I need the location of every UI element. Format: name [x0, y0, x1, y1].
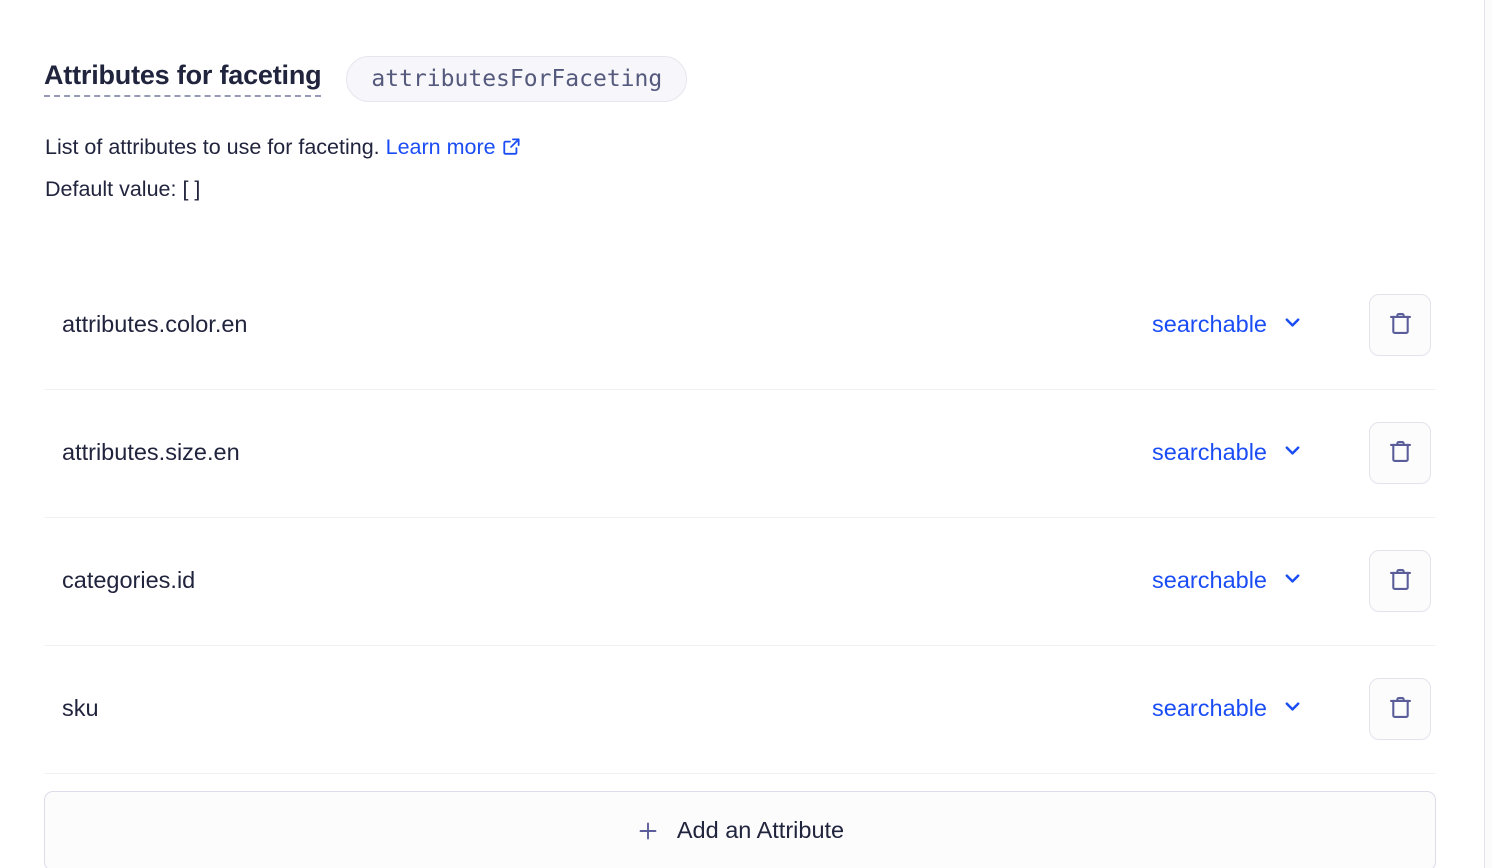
- page-title: Attributes for faceting: [44, 60, 322, 98]
- row-controls: searchable: [1152, 294, 1436, 357]
- row-controls: searchable: [1152, 422, 1436, 485]
- attribute-mode-label: searchable: [1152, 695, 1267, 722]
- attributes-list: attributes.color.en searchable attribute…: [0, 262, 1484, 774]
- trash-icon: [1387, 438, 1414, 468]
- setting-description: List of attributes to use for faceting. …: [0, 102, 1484, 210]
- add-attribute-label: Add an Attribute: [676, 816, 845, 843]
- attribute-mode-select[interactable]: searchable: [1152, 440, 1303, 466]
- row-controls: searchable: [1152, 678, 1436, 741]
- panel-right-divider: [1484, 0, 1492, 868]
- attribute-mode-select[interactable]: searchable: [1152, 568, 1303, 594]
- chevron-down-icon: [1282, 312, 1303, 338]
- add-attribute-button[interactable]: Add an Attribute: [44, 790, 1436, 868]
- chevron-down-icon: [1282, 696, 1303, 722]
- trash-icon: [1387, 566, 1414, 596]
- delete-attribute-button[interactable]: [1369, 678, 1431, 741]
- plus-icon: [636, 819, 660, 843]
- attribute-mode-label: searchable: [1152, 311, 1267, 338]
- description-text: List of attributes to use for faceting.: [45, 135, 380, 159]
- trash-icon: [1387, 694, 1414, 724]
- attribute-name: attributes.size.en: [62, 439, 240, 466]
- row-controls: searchable: [1152, 550, 1436, 613]
- setting-header: Attributes for faceting attributesForFac…: [0, 0, 1484, 102]
- table-row: sku searchable: [44, 646, 1436, 774]
- default-value: [ ]: [182, 176, 201, 201]
- attribute-name: attributes.color.en: [62, 311, 248, 338]
- description-line-1: List of attributes to use for faceting. …: [45, 128, 1484, 170]
- learn-more-link[interactable]: Learn more: [386, 135, 521, 159]
- chevron-down-icon: [1282, 568, 1303, 594]
- table-row: categories.id searchable: [44, 518, 1436, 646]
- attribute-mode-select[interactable]: searchable: [1152, 312, 1303, 338]
- learn-more-label: Learn more: [385, 135, 496, 159]
- delete-attribute-button[interactable]: [1369, 294, 1431, 357]
- attribute-mode-label: searchable: [1152, 439, 1267, 466]
- setting-panel: Attributes for faceting attributesForFac…: [0, 0, 1484, 868]
- api-key-badge: attributesForFaceting: [346, 56, 688, 102]
- delete-attribute-button[interactable]: [1369, 550, 1431, 613]
- default-value-label: Default value:: [45, 176, 177, 201]
- attribute-name: categories.id: [62, 567, 196, 594]
- table-row: attributes.size.en searchable: [44, 390, 1436, 518]
- external-link-icon: [502, 130, 521, 170]
- delete-attribute-button[interactable]: [1369, 422, 1431, 485]
- trash-icon: [1387, 310, 1414, 340]
- description-line-2: Default value: [ ]: [45, 170, 1484, 210]
- attribute-mode-label: searchable: [1152, 567, 1267, 594]
- chevron-down-icon: [1282, 440, 1303, 466]
- table-row: attributes.color.en searchable: [44, 262, 1436, 390]
- add-attribute-wrap: Add an Attribute: [44, 774, 1436, 868]
- settings-page: Attributes for faceting attributesForFac…: [0, 0, 1492, 868]
- attribute-name: sku: [62, 695, 99, 722]
- attribute-mode-select[interactable]: searchable: [1152, 696, 1303, 722]
